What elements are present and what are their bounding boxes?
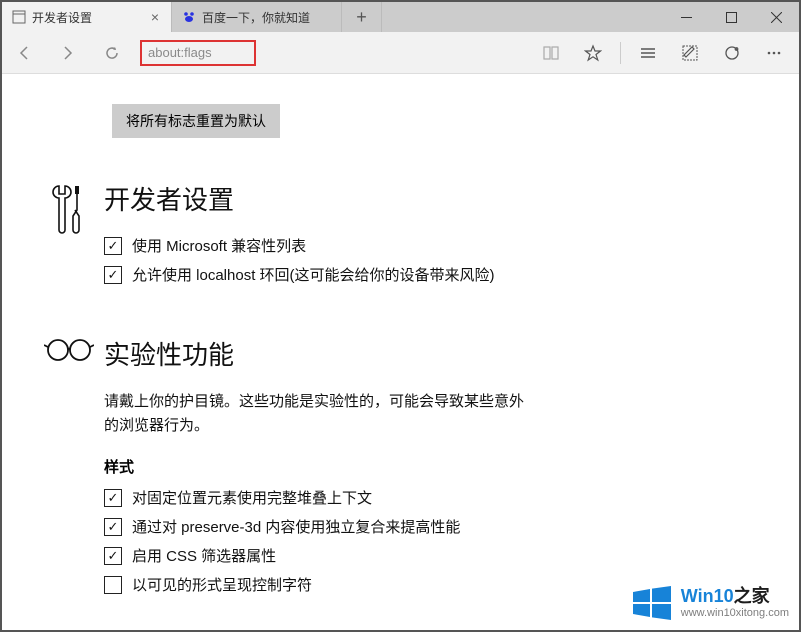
checkbox-icon [104,547,122,565]
checkbox-icon [104,266,122,284]
reading-view-button[interactable] [532,34,570,72]
watermark-suffix: 之家 [734,586,770,606]
checkbox-icon [104,489,122,507]
address-bar[interactable] [148,45,248,60]
close-window-button[interactable] [754,2,799,32]
window-controls [664,2,799,32]
close-icon[interactable]: × [149,9,161,25]
option-label: 通过对 preserve-3d 内容使用独立复合来提高性能 [132,516,460,537]
windows-logo-icon [631,582,673,624]
refresh-button[interactable] [90,32,134,74]
tab-baidu[interactable]: 百度一下，你就知道 [172,2,342,32]
watermark-title: Win10之家 [681,587,789,607]
option-label: 对固定位置元素使用完整堆叠上下文 [132,487,372,508]
goggles-icon [34,335,104,603]
option-compat-list[interactable]: 使用 Microsoft 兼容性列表 [104,235,759,256]
baidu-icon [182,10,196,24]
watermark-brand: Win10 [681,586,734,606]
section-experimental: 实验性功能 请戴上你的护目镜。这些功能是实验性的，可能会导致某些意外的浏览器行为… [2,335,799,603]
toolbar-right [532,34,799,72]
tab-bar: 开发者设置 × 百度一下，你就知道 + [2,2,799,32]
section-developer: 开发者设置 使用 Microsoft 兼容性列表 允许使用 localhost … [2,180,799,293]
page-content: 将所有标志重置为默认 开发者设置 使用 Microsoft 兼容性列表 [2,74,799,630]
checkbox-icon [104,237,122,255]
sub-heading-styles: 样式 [104,456,759,477]
option-label: 允许使用 localhost 环回(这可能会给你的设备带来风险) [132,264,495,285]
tools-icon [34,180,104,293]
webnote-button[interactable] [671,34,709,72]
option-localhost-loopback[interactable]: 允许使用 localhost 环回(这可能会给你的设备带来风险) [104,264,759,285]
tab-label: 开发者设置 [32,9,143,26]
divider [620,42,621,64]
section-title: 实验性功能 [104,335,759,372]
tab-developer-settings[interactable]: 开发者设置 × [2,2,172,32]
forward-button[interactable] [46,32,90,74]
minimize-button[interactable] [664,2,709,32]
section-description: 请戴上你的护目镜。这些功能是实验性的，可能会导致某些意外的浏览器行为。 [104,390,524,438]
hub-button[interactable] [629,34,667,72]
section-title: 开发者设置 [104,180,759,217]
tab-label: 百度一下，你就知道 [202,9,331,26]
watermark-url: www.win10xitong.com [681,607,789,619]
checkbox-icon [104,576,122,594]
option-css-filters[interactable]: 启用 CSS 筛选器属性 [104,545,759,566]
new-tab-button[interactable]: + [342,2,382,32]
maximize-button[interactable] [709,2,754,32]
checkbox-icon [104,518,122,536]
page-icon [12,10,26,24]
watermark: Win10之家 www.win10xitong.com [631,582,789,624]
option-label: 使用 Microsoft 兼容性列表 [132,235,306,256]
browser-window: 开发者设置 × 百度一下，你就知道 + [2,2,799,630]
option-fixed-stacking[interactable]: 对固定位置元素使用完整堆叠上下文 [104,487,759,508]
toolbar [2,32,799,74]
option-preserve3d-compositing[interactable]: 通过对 preserve-3d 内容使用独立复合来提高性能 [104,516,759,537]
share-button[interactable] [713,34,751,72]
option-label: 以可见的形式呈现控制字符 [132,574,312,595]
reset-flags-button[interactable]: 将所有标志重置为默认 [112,104,280,138]
option-label: 启用 CSS 筛选器属性 [132,545,276,566]
address-bar-highlight [140,40,256,66]
more-button[interactable] [755,34,793,72]
back-button[interactable] [2,32,46,74]
favorites-button[interactable] [574,34,612,72]
